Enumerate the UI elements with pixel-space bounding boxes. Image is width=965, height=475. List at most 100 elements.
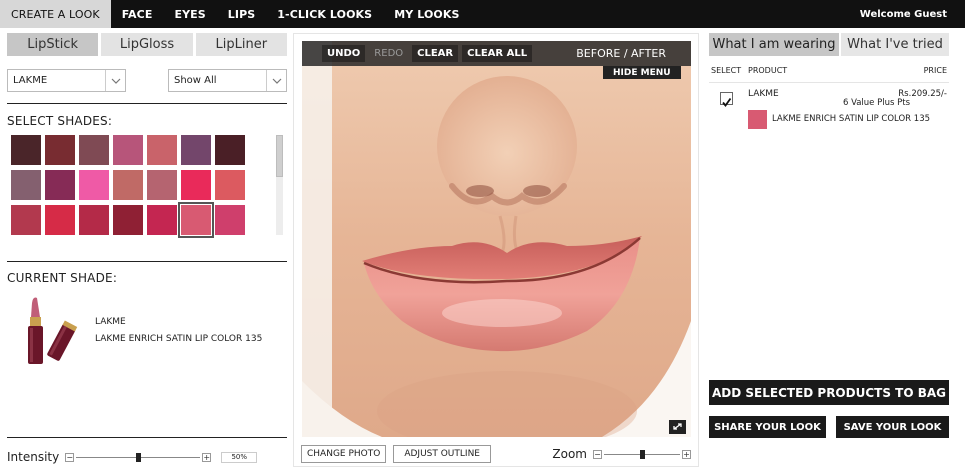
zoom-label: Zoom [552, 447, 587, 461]
shade-swatch[interactable] [147, 170, 177, 200]
photo-bottom-bar: CHANGE PHOTO ADJUST OUTLINE Zoom − + [301, 444, 691, 464]
divider [7, 261, 287, 262]
current-shade-info: LAKME LAKME ENRICH SATIN LIP COLOR 135 [95, 314, 262, 367]
adjust-outline-button[interactable]: ADJUST OUTLINE [393, 445, 491, 463]
divider [7, 437, 287, 438]
brand-select[interactable]: LAKME [7, 69, 126, 92]
share-look-button[interactable]: SHARE YOUR LOOK [709, 416, 826, 438]
virtual-makeover-app: CREATE A LOOK FACE EYES LIPS 1-CLICK LOO… [0, 0, 965, 475]
product-checkbox[interactable] [720, 92, 733, 107]
clear-button[interactable]: CLEAR [412, 45, 459, 62]
tab-create-a-look[interactable]: CREATE A LOOK [0, 0, 111, 28]
zoom-knob[interactable] [639, 449, 645, 459]
shade-swatch[interactable] [79, 135, 109, 165]
left-panel: LipStick LipGloss LipLiner LAKME Show Al… [7, 33, 287, 464]
fullscreen-icon[interactable] [669, 420, 686, 434]
column-product: PRODUCT [748, 66, 788, 75]
shade-picker [7, 135, 287, 238]
shade-swatch[interactable] [79, 170, 109, 200]
intensity-slider: − + [65, 452, 212, 462]
undo-button[interactable]: UNDO [322, 45, 366, 62]
tab-1-click-looks[interactable]: 1-CLICK LOOKS [266, 0, 383, 28]
current-shade-label: CURRENT SHADE: [7, 271, 118, 285]
tab-what-i-am-wearing[interactable]: What I am wearing [709, 33, 839, 56]
shade-swatch[interactable] [45, 205, 75, 235]
zoom-in-button[interactable]: + [682, 449, 691, 459]
shade-swatch[interactable] [215, 170, 245, 200]
shade-swatch[interactable] [215, 205, 245, 235]
tab-face[interactable]: FACE [111, 0, 164, 28]
tab-lipliner[interactable]: LipLiner [195, 33, 287, 56]
filter-select-value: Show All [174, 75, 217, 86]
photo-panel: UNDO REDO CLEAR CLEAR ALL BEFORE / AFTER… [293, 33, 699, 467]
intensity-value: 50% [221, 451, 258, 463]
intensity-increase-button[interactable]: + [202, 452, 212, 462]
shade-swatch[interactable] [11, 205, 41, 235]
shade-swatch[interactable] [215, 135, 245, 165]
shade-swatch[interactable] [147, 135, 177, 165]
current-shade: LAKME LAKME ENRICH SATIN LIP COLOR 135 [7, 295, 287, 367]
shade-swatch[interactable] [11, 135, 41, 165]
face-photo[interactable]: UNDO REDO CLEAR CLEAR ALL BEFORE / AFTER… [302, 41, 691, 437]
product-name: LAKME ENRICH SATIN LIP COLOR 135 [772, 114, 931, 124]
intensity-track[interactable] [76, 452, 201, 462]
select-shades-label: SELECT SHADES: [7, 114, 113, 128]
shade-swatch[interactable] [147, 205, 177, 235]
photo-toolbar: UNDO REDO CLEAR CLEAR ALL BEFORE / AFTER [302, 41, 691, 66]
shade-swatch[interactable] [45, 135, 75, 165]
add-to-bag-button[interactable]: ADD SELECTED PRODUCTS TO BAG [709, 380, 949, 405]
product-shade-chip [748, 110, 767, 129]
product-type-tabs: LipStick LipGloss LipLiner [7, 33, 287, 56]
product-table-header: SELECT PRODUCT PRICE [709, 66, 949, 78]
shade-swatch[interactable] [79, 205, 109, 235]
wearing-tabs: What I am wearing What I've tried [709, 33, 949, 56]
table-row: LAKME Rs.209.25/- 6 Value Plus Pts LAKME… [709, 82, 949, 142]
shade-swatches [11, 135, 287, 238]
chevron-down-icon [266, 70, 286, 91]
product-brand: LAKME [748, 89, 779, 99]
intensity-decrease-button[interactable]: − [65, 452, 75, 462]
shade-scrollbar[interactable] [276, 135, 283, 235]
redo-button[interactable]: REDO [369, 45, 408, 62]
tab-lips[interactable]: LIPS [217, 0, 267, 28]
tab-eyes[interactable]: EYES [163, 0, 216, 28]
tab-lipstick[interactable]: LipStick [7, 33, 99, 56]
current-shade-brand: LAKME [95, 317, 126, 327]
shade-swatch[interactable] [113, 170, 143, 200]
welcome-text: Welcome Guest [859, 8, 947, 20]
filter-select[interactable]: Show All [168, 69, 287, 92]
brand-select-value: LAKME [13, 75, 48, 86]
filter-selects: LAKME Show All [7, 69, 287, 92]
zoom-track[interactable] [604, 449, 680, 459]
zoom-slider: − + [593, 449, 691, 459]
save-look-button[interactable]: SAVE YOUR LOOK [836, 416, 949, 438]
clear-all-button[interactable]: CLEAR ALL [462, 45, 533, 62]
current-shade-product: LAKME ENRICH SATIN LIP COLOR 135 [95, 334, 263, 344]
divider [7, 103, 287, 104]
tab-what-ive-tried[interactable]: What I've tried [841, 33, 949, 56]
zoom-out-button[interactable]: − [593, 449, 602, 459]
shade-swatch[interactable] [11, 170, 41, 200]
chevron-down-icon [105, 70, 125, 91]
intensity-control: Intensity − + 50% [7, 450, 287, 464]
hide-menu-button[interactable]: HIDE MENU [603, 66, 681, 79]
top-nav: CREATE A LOOK FACE EYES LIPS 1-CLICK LOO… [0, 0, 965, 28]
lipstick-product-image [19, 295, 89, 367]
product-points: 6 Value Plus Pts [842, 98, 910, 108]
scrollbar-thumb[interactable] [276, 135, 283, 177]
intensity-label: Intensity [7, 450, 60, 464]
shade-swatch[interactable] [113, 205, 143, 235]
tab-lipgloss[interactable]: LipGloss [101, 33, 193, 56]
before-after-button[interactable]: BEFORE / AFTER [571, 44, 671, 63]
shade-swatch[interactable] [45, 170, 75, 200]
shade-swatch[interactable] [181, 135, 211, 165]
tab-my-looks[interactable]: MY LOOKS [383, 0, 470, 28]
shade-swatch[interactable] [113, 135, 143, 165]
right-panel: What I am wearing What I've tried SELECT… [709, 33, 949, 467]
zoom-control: Zoom − + [552, 447, 691, 461]
intensity-knob[interactable] [135, 452, 141, 462]
column-price: PRICE [923, 66, 947, 75]
shade-swatch[interactable] [178, 202, 214, 238]
change-photo-button[interactable]: CHANGE PHOTO [301, 445, 387, 463]
shade-swatch[interactable] [181, 170, 211, 200]
